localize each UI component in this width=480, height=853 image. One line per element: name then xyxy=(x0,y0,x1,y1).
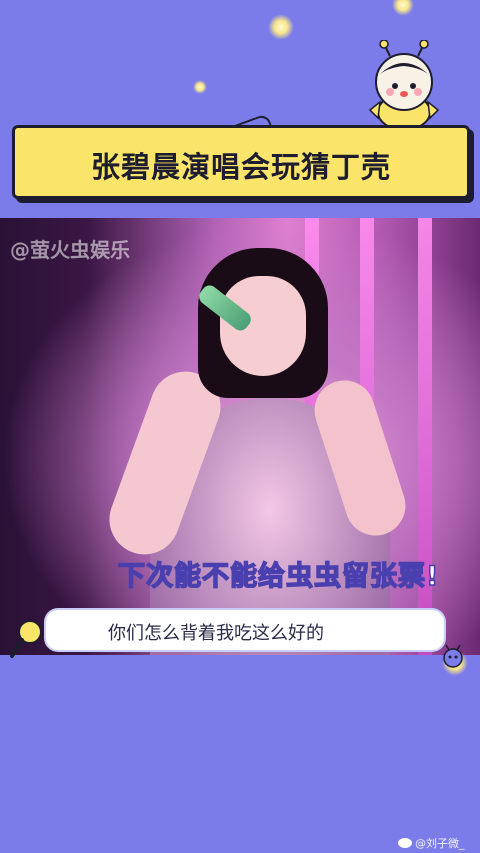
credit-text: @刘子微_ xyxy=(415,837,465,850)
video-caption: 下次能不能给虫虫留张票! xyxy=(117,560,440,593)
microphone-icon xyxy=(10,620,42,658)
firefly-icon xyxy=(443,644,463,668)
sparkle-decoration xyxy=(193,80,207,94)
credit-watermark: @刘子微_ xyxy=(398,835,465,851)
sparkle-decoration xyxy=(268,14,294,40)
weibo-icon xyxy=(398,838,412,848)
sparkle-decoration xyxy=(392,0,414,16)
subtitle-bar: 你们怎么背着我吃这么好的 xyxy=(46,610,444,650)
title-card: 张碧晨演唱会玩猜丁壳 xyxy=(12,125,470,199)
video-watermark: @萤火虫娱乐 xyxy=(10,238,130,262)
firefly-mascot-icon xyxy=(368,40,440,131)
video-player[interactable]: @萤火虫娱乐 下次能不能给虫虫留张票! xyxy=(0,218,480,655)
subtitle-text: 你们怎么背着我吃这么好的 xyxy=(108,623,324,644)
page-title: 张碧晨演唱会玩猜丁壳 xyxy=(90,150,391,184)
